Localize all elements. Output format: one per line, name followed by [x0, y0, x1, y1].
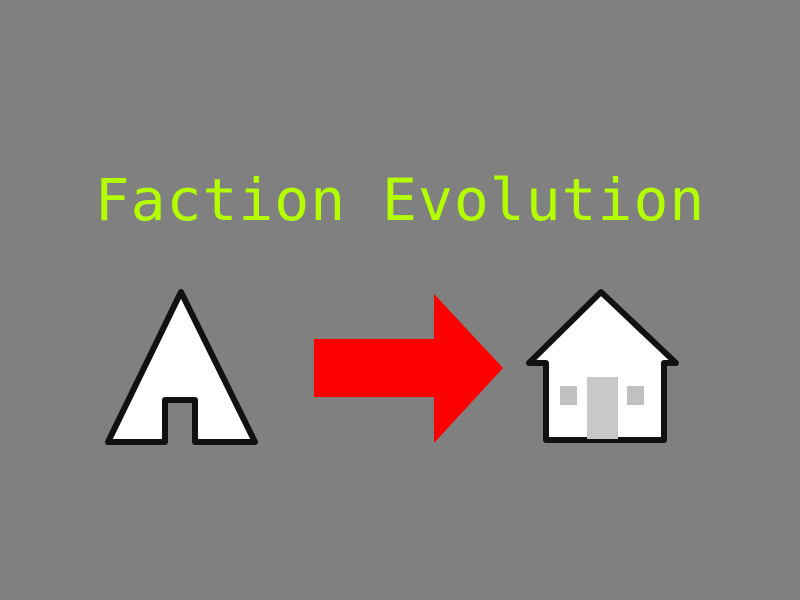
- tent-icon: [105, 289, 258, 445]
- house-window-left: [560, 386, 577, 405]
- house-icon: [526, 289, 679, 443]
- faction-evolution-screen: Faction Evolution: [0, 0, 800, 600]
- house-window-right: [627, 386, 644, 405]
- house-door: [587, 377, 618, 439]
- right-arrow-icon: [314, 294, 503, 443]
- evolution-illustration: [105, 289, 679, 445]
